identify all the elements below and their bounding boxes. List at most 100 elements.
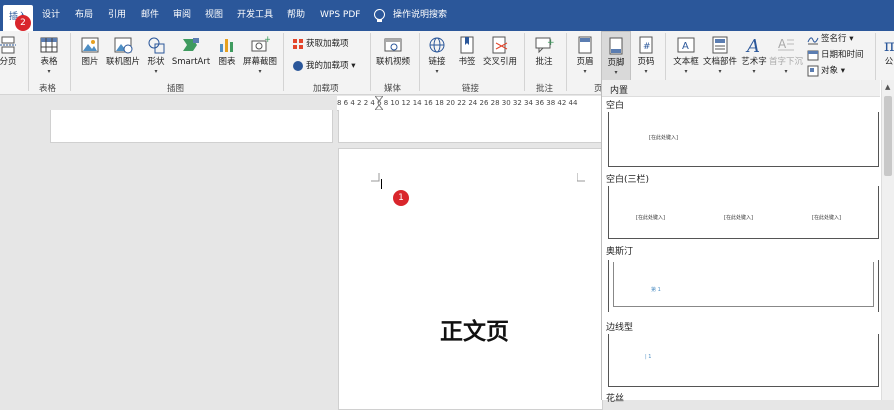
chevron-down-icon: ▾ (684, 68, 688, 75)
tab-mailings[interactable]: 邮件 (141, 0, 159, 31)
chevron-down-icon: ▾ (154, 68, 158, 75)
austin-frame (613, 262, 874, 307)
page-number-button[interactable]: # 页码 ▾ (634, 35, 658, 75)
footer-gallery-dropdown: 内置 空白 [在此处键入] 空白(三栏) [在此处键入] [在此处键入] [在此… (601, 80, 894, 404)
signature-line-button[interactable]: 签名行 ▾ (807, 32, 853, 46)
quick-parts-button[interactable]: 文档部件 ▾ (703, 35, 737, 75)
lightbulb-icon (374, 9, 385, 22)
drop-cap-button[interactable]: A 首字下沉 ▾ (769, 35, 803, 75)
get-addins-button[interactable]: 获取加载项 (292, 37, 349, 51)
tab-wps-pdf[interactable]: WPS PDF (320, 0, 360, 31)
smartart-button[interactable]: SmartArt (171, 35, 211, 68)
wordart-button[interactable]: A 艺术字 ▾ (740, 35, 768, 75)
cross-reference-button[interactable]: 交叉引用 (482, 35, 518, 68)
page-break-icon (0, 36, 16, 54)
screenshot-button[interactable]: + 屏幕截图 ▾ (242, 35, 278, 75)
bookmark-button[interactable]: 书签 (456, 35, 478, 68)
chevron-down-icon: ▾ (718, 68, 722, 75)
wordart-icon: A (745, 36, 760, 55)
footer-button[interactable]: 页脚 ▾ (601, 31, 631, 87)
svg-text:A: A (778, 37, 787, 51)
date-time-button[interactable]: 日期和时间 (807, 48, 864, 62)
link-button[interactable]: 链接 ▾ (427, 35, 447, 75)
online-video-icon (384, 38, 402, 52)
placeholder-text: [在此处键入] (636, 215, 665, 221)
table-icon (40, 37, 58, 53)
picture-button[interactable]: 图片 (79, 35, 101, 68)
tab-references[interactable]: 引用 (108, 0, 126, 31)
group-label-links: 链接 (462, 84, 480, 94)
online-video-button[interactable]: 联机视频 (375, 35, 411, 68)
ribbon-separator (370, 33, 371, 91)
page-previous-bottom (338, 110, 603, 143)
online-picture-icon (114, 37, 133, 54)
ribbon-separator (28, 33, 29, 91)
chevron-down-icon: ▾ (435, 68, 439, 75)
page-mark-text: 第 1 (651, 287, 661, 293)
svg-text:+: + (264, 35, 270, 45)
signature-icon (807, 36, 819, 44)
indent-marker-icon[interactable] (375, 96, 383, 110)
cross-reference-icon (492, 36, 508, 54)
footer-option-blank[interactable]: [在此处键入] (608, 112, 879, 167)
step-badge-1: 1 (393, 190, 409, 206)
chart-button[interactable]: 图表 (216, 35, 238, 68)
tab-layout[interactable]: 布局 (75, 0, 93, 31)
page-mark-text: | 1 (645, 354, 652, 360)
tab-developer[interactable]: 开发工具 (237, 0, 273, 31)
page-break-button[interactable]: 分页 (0, 35, 18, 68)
scroll-up-icon[interactable]: ▲ (885, 83, 890, 91)
tab-help[interactable]: 帮助 (287, 0, 305, 31)
gallery-item-title: 空白 (606, 101, 625, 111)
text-box-button[interactable]: A 文本框 ▾ (671, 35, 701, 75)
svg-text:A: A (682, 41, 689, 52)
text-cursor (381, 179, 382, 189)
ribbon-separator (70, 33, 71, 91)
quick-parts-icon (712, 36, 728, 54)
picture-icon (81, 37, 99, 53)
scrollbar-thumb[interactable] (884, 96, 892, 176)
smartart-icon (183, 38, 199, 51)
link-icon (429, 37, 445, 53)
comment-button[interactable]: + 批注 (532, 35, 556, 68)
margin-corner-mark-icon (577, 173, 585, 182)
gallery-item-title: 空白(三栏) (606, 175, 650, 185)
footer-option-sideline[interactable]: | 1 (608, 334, 879, 387)
text-box-icon: A (677, 37, 695, 53)
page-left-bottom (50, 110, 333, 143)
gallery-scrollbar[interactable]: ▲ (881, 80, 894, 400)
group-label-tables: 表格 (39, 84, 57, 94)
header-button[interactable]: 页眉 ▾ (574, 35, 596, 75)
equation-button[interactable]: π 公 (880, 35, 894, 68)
camera-icon: + (251, 35, 270, 52)
group-label-media: 媒体 (384, 84, 402, 94)
footer-option-austin[interactable]: 第 1 (608, 260, 879, 312)
group-label-illustrations: 插图 (167, 84, 185, 94)
ribbon-separator (566, 33, 567, 91)
gallery-item-title: 边线型 (606, 323, 634, 333)
svg-text:A: A (745, 36, 760, 55)
tab-review[interactable]: 审阅 (173, 0, 191, 31)
body-text-heading: 正文页 (440, 318, 509, 345)
chevron-down-icon: ▾ (838, 66, 845, 76)
group-label-addins: 加载项 (313, 84, 339, 94)
object-button[interactable]: 对象 ▾ (807, 64, 845, 78)
table-button[interactable]: 表格 ▾ (38, 35, 60, 75)
horizontal-ruler[interactable]: 8 6 4 2 2 4 6 8 10 12 14 16 18 20 22 24 … (337, 96, 601, 111)
tab-design[interactable]: 设计 (42, 0, 60, 31)
drop-cap-icon: A (778, 37, 794, 51)
my-addins-button[interactable]: 我的加载项 ▾ (292, 59, 355, 73)
comment-icon: + (535, 37, 554, 54)
tell-me-search[interactable]: 操作说明搜索 (393, 0, 447, 31)
ruler-numbers: 8 6 4 2 2 4 6 8 10 12 14 16 18 20 22 24 … (337, 99, 578, 107)
equation-icon: π (884, 36, 894, 55)
online-picture-button[interactable]: 联机图片 (105, 35, 141, 68)
shapes-button[interactable]: 形状 ▾ (145, 35, 167, 75)
page-body[interactable] (338, 148, 603, 410)
bookmark-icon (460, 36, 474, 54)
footer-option-blank-three-columns[interactable]: [在此处键入] [在此处键入] [在此处键入] (608, 186, 879, 239)
object-icon (807, 65, 819, 76)
tab-view[interactable]: 视图 (205, 0, 223, 31)
gallery-section-header: 内置 (602, 80, 880, 97)
chart-icon (220, 39, 233, 52)
